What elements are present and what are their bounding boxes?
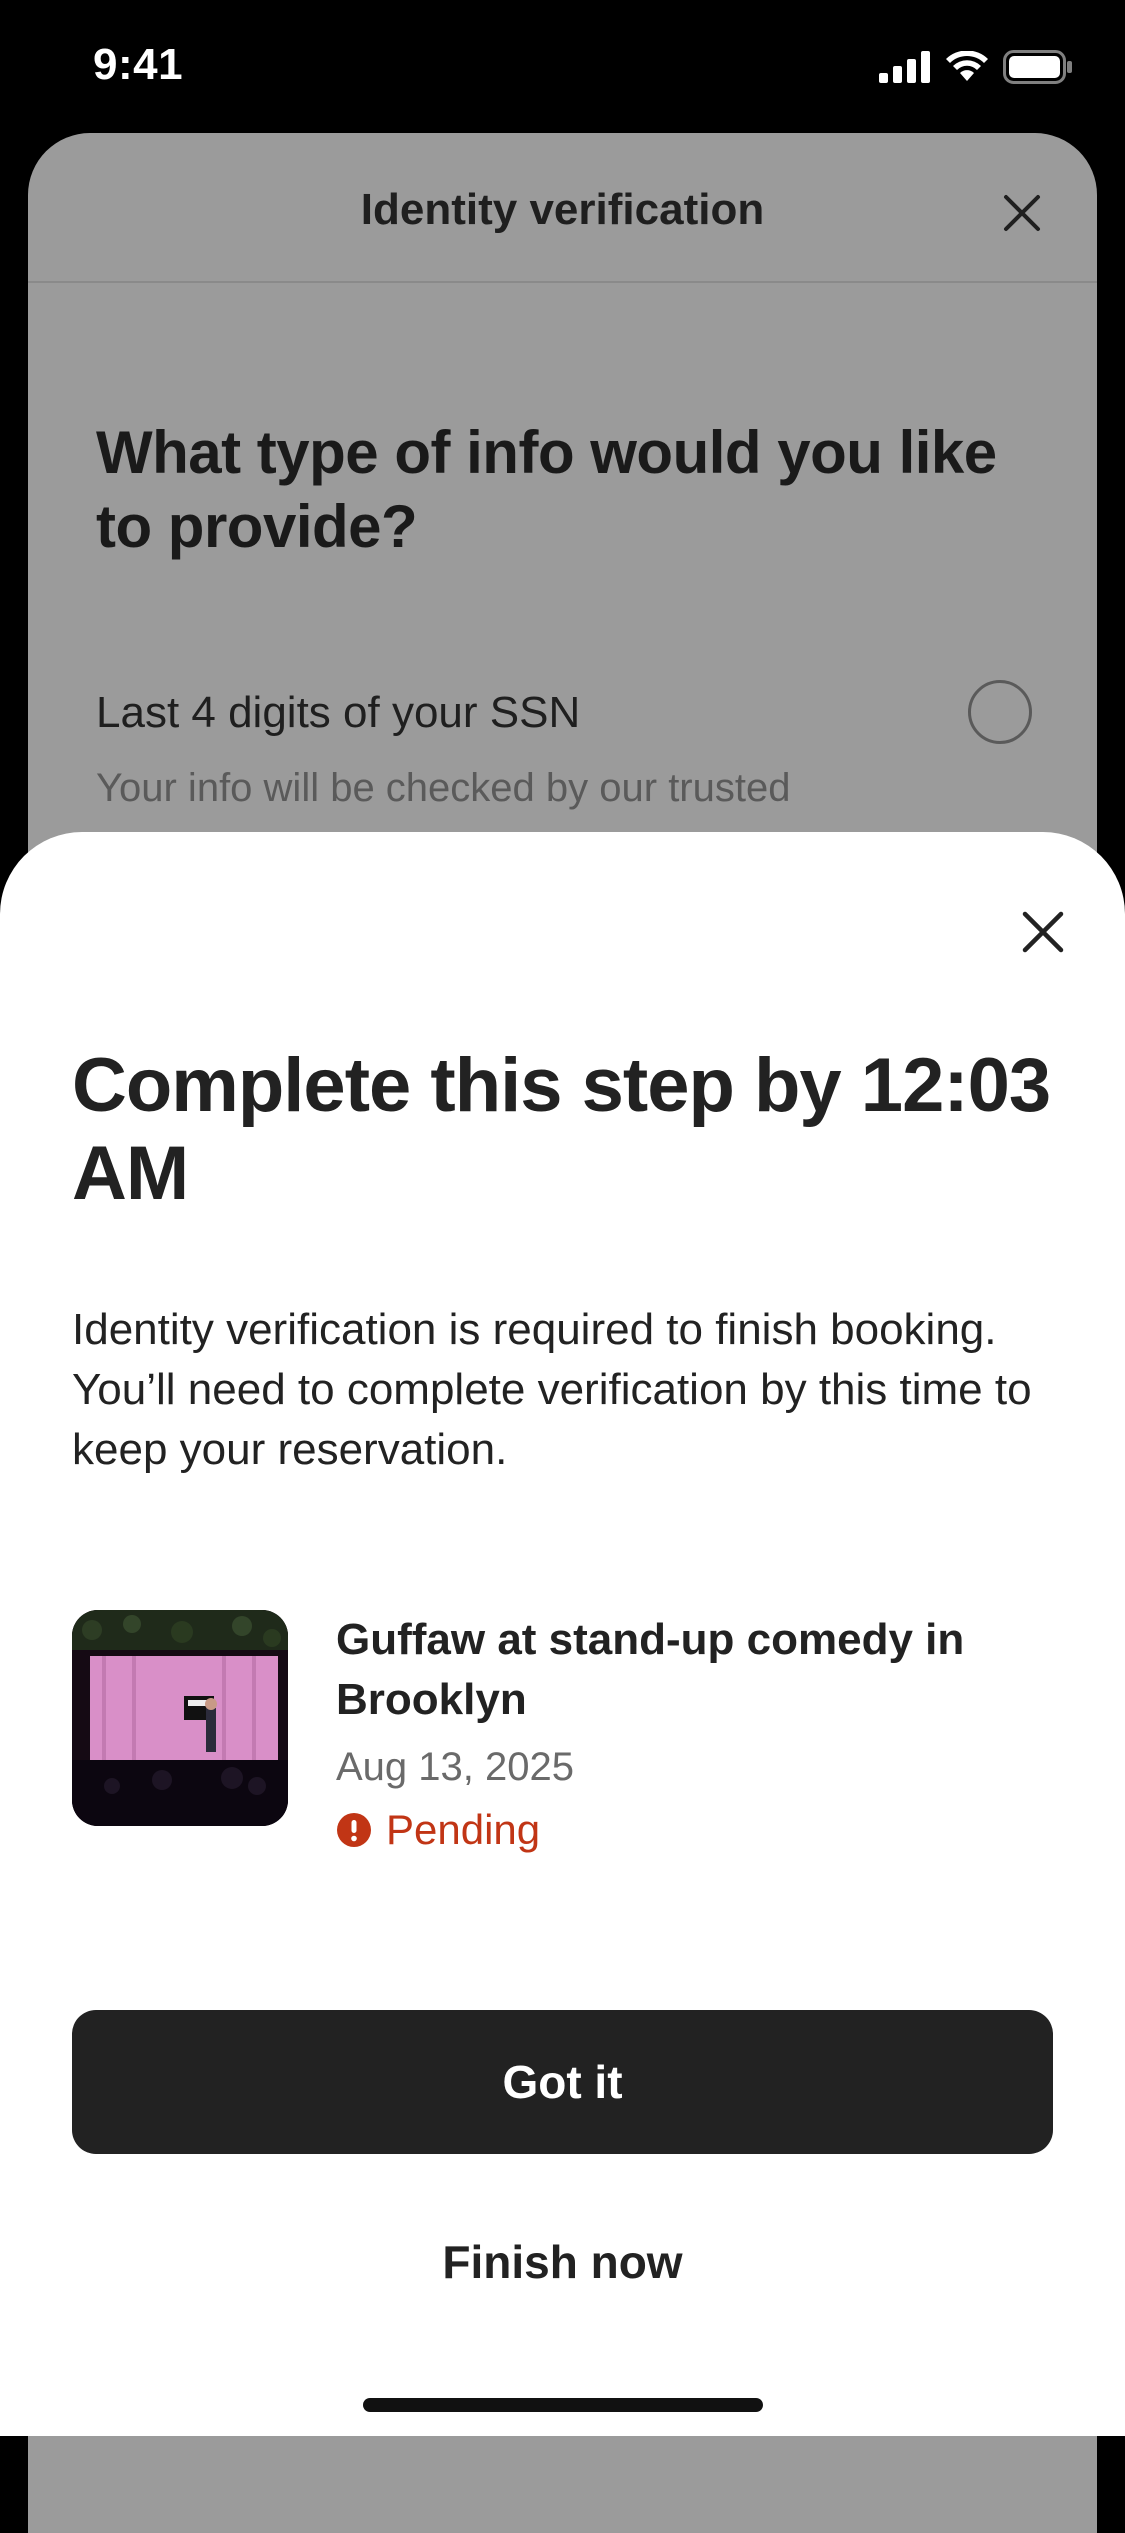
battery-icon — [1003, 50, 1072, 84]
listing-title: Guffaw at stand-up comedy in Brooklyn — [336, 1615, 965, 1724]
cellular-signal-icon — [879, 51, 930, 83]
got-it-button[interactable]: Got it — [72, 2010, 1053, 2154]
status-bar: 9:41 — [0, 0, 1125, 132]
ssn-option-radio[interactable] — [968, 680, 1032, 744]
sheet-body: Identity verification is required to fin… — [72, 1305, 1032, 1474]
background-header: Identity verification — [28, 133, 1097, 283]
status-text: Pending — [386, 1806, 541, 1853]
background-title: Identity verification — [360, 185, 765, 234]
status-badge: Pending — [336, 1806, 540, 1854]
sheet-title: Complete this step by 12:03 AM — [72, 1043, 1051, 1216]
close-icon[interactable] — [1002, 193, 1042, 233]
close-icon[interactable] — [1013, 902, 1073, 962]
wifi-icon — [946, 51, 988, 81]
finish-now-button[interactable]: Finish now — [72, 2227, 1053, 2297]
status-time: 9:41 — [93, 40, 184, 89]
listing-date: Aug 13, 2025 — [336, 1745, 574, 1789]
alert-icon — [337, 1813, 371, 1847]
status-icons — [879, 50, 1073, 84]
listing-thumbnail — [72, 1610, 288, 1826]
deadline-sheet: Complete this step by 12:03 AM Identity … — [0, 832, 1125, 2436]
listing-card: Guffaw at stand-up comedy in Brooklyn Au… — [72, 1610, 1052, 1870]
home-indicator[interactable] — [363, 2398, 763, 2412]
background-question: What type of info would you like to prov… — [96, 419, 997, 560]
ssn-option-label[interactable]: Last 4 digits of your SSN — [96, 688, 580, 738]
